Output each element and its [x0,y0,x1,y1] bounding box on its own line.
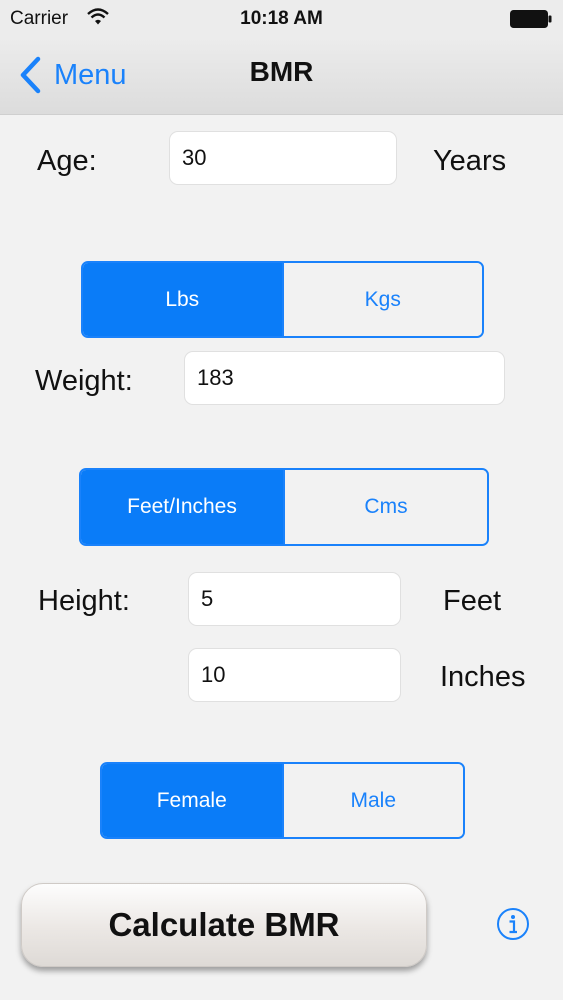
height-unit-cms[interactable]: Cms [283,470,487,544]
age-label: Age: [37,145,97,177]
status-bar: Carrier 10:18 AM [0,0,563,38]
weight-unit-lbs[interactable]: Lbs [83,263,282,336]
status-time: 10:18 AM [240,8,323,29]
height-feet-input[interactable] [188,572,401,626]
gender-male[interactable]: Male [281,764,463,837]
height-inches-unit-label: Inches [440,661,526,693]
height-unit-selector: Feet/Inches Cms [79,468,489,546]
age-input[interactable] [169,131,397,185]
bmr-form: Age: Years Lbs Kgs Weight: Feet/Inches C… [0,115,563,1000]
weight-label: Weight: [35,365,133,397]
height-label: Height: [38,585,130,617]
calculate-bmr-label: Calculate BMR [108,906,340,943]
weight-input[interactable] [184,351,505,405]
age-unit-label: Years [433,145,507,177]
gender-selector: Female Male [100,762,465,839]
gender-female[interactable]: Female [102,764,282,837]
calculate-bmr-button[interactable]: Calculate BMR [21,883,427,967]
height-feet-unit-label: Feet [443,585,502,617]
weight-unit-kgs[interactable]: Kgs [281,263,482,336]
info-icon[interactable] [496,907,530,941]
navigation-bar: Menu BMR [0,38,563,115]
height-unit-feet-inches[interactable]: Feet/Inches [81,470,283,544]
page-title: BMR [249,56,314,87]
height-inches-input[interactable] [188,648,401,702]
battery-icon [510,10,552,28]
weight-unit-selector: Lbs Kgs [81,261,484,338]
